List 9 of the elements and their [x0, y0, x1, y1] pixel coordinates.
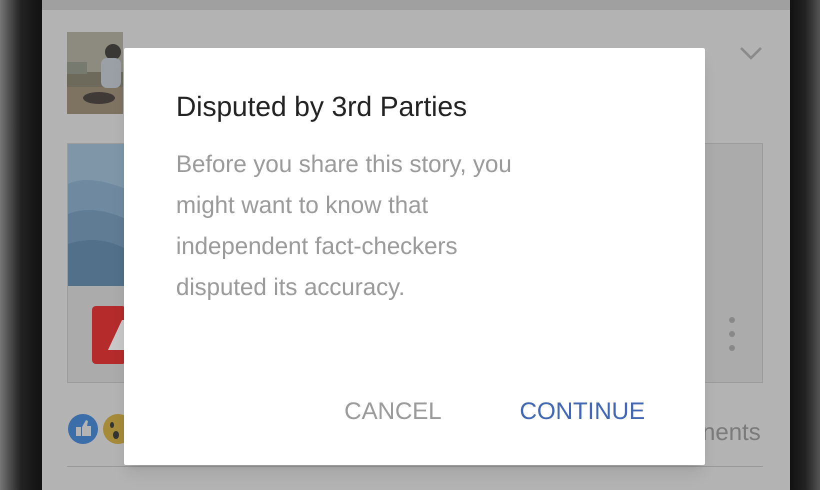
- dialog-title: Disputed by 3rd Parties: [176, 90, 468, 124]
- dialog-message: Before you share this story, you might want to know that independent fact-checkers disputed its accuracy.: [176, 150, 513, 303]
- more-options-icon[interactable]: [728, 316, 736, 352]
- continue-button[interactable]: CONTINUE: [520, 397, 645, 427]
- wow-reaction-icon: [102, 413, 124, 445]
- warning-icon: [92, 306, 126, 364]
- chevron-down-icon[interactable]: [739, 46, 763, 60]
- cancel-button[interactable]: CANCEL: [344, 397, 442, 427]
- like-reaction-icon: [67, 413, 99, 445]
